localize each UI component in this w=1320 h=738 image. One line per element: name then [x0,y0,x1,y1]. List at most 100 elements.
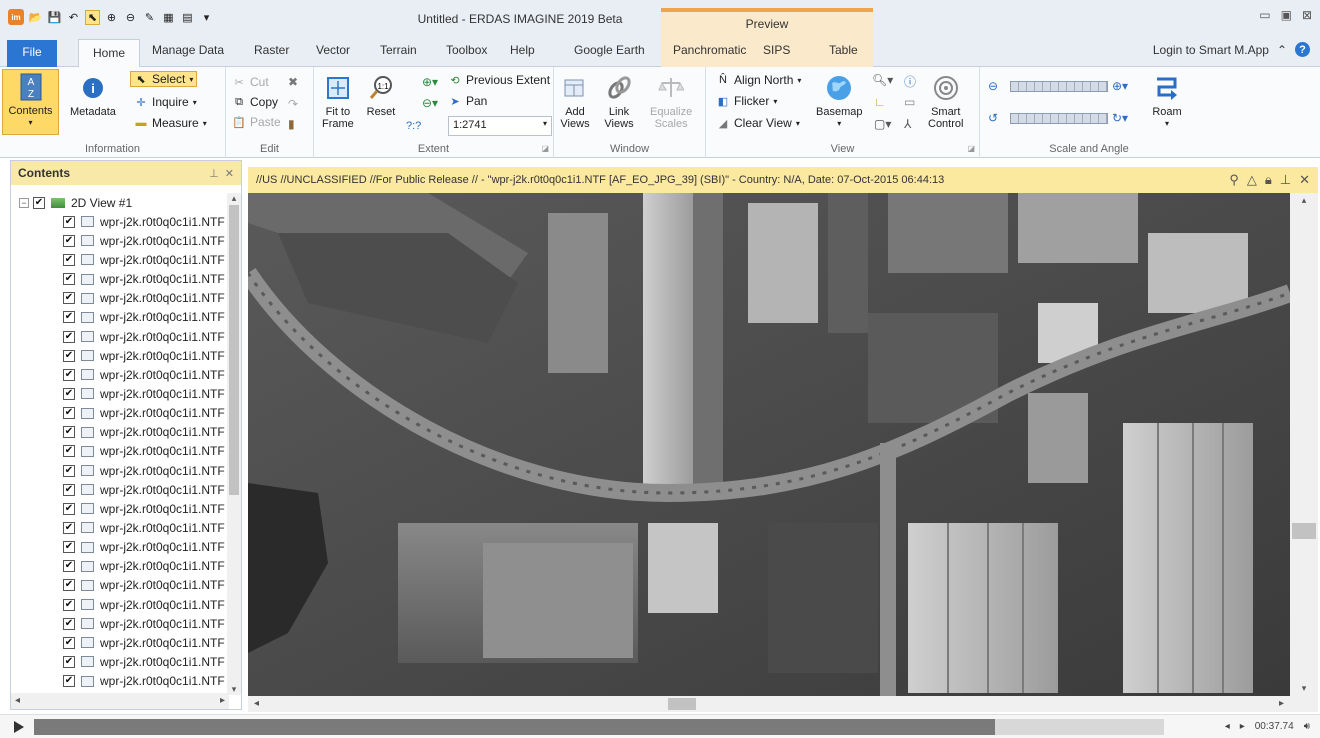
media-progress-track[interactable] [34,719,1164,735]
restore-button[interactable]: ▣ [1281,8,1292,22]
layer-row[interactable]: ✔ wpr-j2k.r0t0q0c1i1.NTF [11,423,229,442]
collapse-icon[interactable]: − [19,197,29,208]
contents-horizontal-scrollbar[interactable]: ◂ ▸ [11,693,229,709]
layer-checkbox[interactable]: ✔ [63,617,75,630]
layer-checkbox[interactable]: ✔ [63,292,75,305]
layer-checkbox[interactable]: ✔ [63,368,75,381]
folder-open-icon[interactable]: 📂 [28,10,43,25]
satellite-image-view[interactable] [248,193,1290,696]
layer-checkbox[interactable]: ✔ [63,445,75,458]
view-scroll-right-icon[interactable]: ▸ [1279,698,1284,709]
close-button[interactable]: ⊠ [1302,8,1312,22]
layer-row[interactable]: ✔ wpr-j2k.r0t0q0c1i1.NTF [11,231,229,250]
layout-icon[interactable]: ▤ [180,10,195,25]
zoom-in-small-icon[interactable]: ⊕▾ [422,75,438,89]
equalize-scales-button[interactable]: Equalize Scales [650,73,692,130]
layer-row[interactable]: ✔ wpr-j2k.r0t0q0c1i1.NTF [11,442,229,461]
add-views-button[interactable]: Add Views [560,73,590,130]
roam-button[interactable]: Roam ▾ [1152,73,1182,130]
zoom-in-icon[interactable]: ⊕ [104,10,119,25]
zoom-out-small-icon[interactable]: ⊖▾ [422,96,438,110]
layer-checkbox[interactable]: ✔ [63,560,75,573]
layer-row[interactable]: ✔ wpr-j2k.r0t0q0c1i1.NTF [11,576,229,595]
layer-row[interactable]: ✔ wpr-j2k.r0t0q0c1i1.NTF [11,404,229,423]
tab-sips[interactable]: SIPS [763,43,790,57]
tab-panchromatic[interactable]: Panchromatic [673,43,746,57]
tab-toolbox[interactable]: Toolbox [446,43,487,57]
select-button[interactable]: ⬉ Select ▾ [130,71,198,87]
corner-tool-icon[interactable]: ∟ [874,95,886,109]
info-small-icon[interactable]: ⓘ [904,73,916,90]
view-close-icon[interactable]: ✕ [1299,172,1310,188]
layer-checkbox[interactable]: ✔ [63,636,75,649]
view-scroll-left-icon[interactable]: ◂ [254,698,259,709]
zoom-in-scale-icon[interactable]: ⊕▾ [1112,79,1128,93]
layer-checkbox[interactable]: ✔ [63,426,75,439]
layer-row[interactable]: ✔ wpr-j2k.r0t0q0c1i1.NTF [11,365,229,384]
layer-row[interactable]: ✔ wpr-j2k.r0t0q0c1i1.NTF [11,518,229,537]
redo-icon[interactable]: ↷ [288,97,298,111]
view-launcher-icon[interactable]: ◪ [967,144,975,153]
layer-row[interactable]: ✔ wpr-j2k.r0t0q0c1i1.NTF [11,270,229,289]
layer-checkbox[interactable]: ✔ [63,675,75,688]
tab-google-earth[interactable]: Google Earth [574,43,645,57]
draw-tool-icon[interactable]: ✎ [142,10,157,25]
clipboard-icon[interactable]: ▮ [288,117,295,131]
lock-icon[interactable]: 🔒︎ [1265,172,1272,188]
copy-button[interactable]: ⧉ Copy [232,95,278,109]
layer-row[interactable]: ✔ wpr-j2k.r0t0q0c1i1.NTF [11,595,229,614]
fit-to-frame-button[interactable]: Fit to Frame [322,73,354,130]
login-link[interactable]: Login to Smart M.App [1153,43,1269,57]
layer-row[interactable]: ✔ wpr-j2k.r0t0q0c1i1.NTF [11,461,229,480]
scale-field[interactable]: 1:2741 ▾ [448,116,552,136]
delete-icon[interactable]: ✖ [288,75,298,89]
layer-row[interactable]: ✔ wpr-j2k.r0t0q0c1i1.NTF [11,346,229,365]
basemap-button[interactable]: Basemap ▾ [816,73,862,130]
layer-row[interactable]: ✔ wpr-j2k.r0t0q0c1i1.NTF [11,614,229,633]
layer-row[interactable]: ✔ wpr-j2k.r0t0q0c1i1.NTF [11,499,229,518]
extent-launcher-icon[interactable]: ◪ [541,144,549,153]
layer-row[interactable]: ✔ wpr-j2k.r0t0q0c1i1.NTF [11,538,229,557]
view-scroll-up-icon[interactable]: ▴ [1290,195,1318,206]
align-north-button[interactable]: N̂ Align North ▾ [716,73,801,87]
smart-control-button[interactable]: Smart Control [928,73,963,130]
customize-qat-icon[interactable]: ▾ [199,10,214,25]
layer-checkbox[interactable]: ✔ [63,541,75,554]
layer-checkbox[interactable]: ✔ [63,579,75,592]
layer-row[interactable]: ✔ wpr-j2k.r0t0q0c1i1.NTF [11,289,229,308]
tab-table[interactable]: Table [829,43,858,57]
contents-button[interactable]: AZ Contents ▾ [2,69,59,135]
tab-vector[interactable]: Vector [316,43,350,57]
layer-checkbox[interactable]: ✔ [63,387,75,400]
layer-checkbox[interactable]: ✔ [63,502,75,515]
layer-checkbox[interactable]: ✔ [63,311,75,324]
scale-slider[interactable] [1010,81,1108,92]
help-icon[interactable]: ? [1295,42,1310,57]
tab-home[interactable]: Home [78,39,140,68]
previous-extent-button[interactable]: ⟲ Previous Extent [448,73,550,87]
app-logo-icon[interactable]: im [8,9,24,25]
tab-help[interactable]: Help [510,43,535,57]
tab-raster[interactable]: Raster [254,43,289,57]
view-horizontal-scrollbar[interactable]: ◂ ▸ [248,696,1318,712]
metadata-button[interactable]: i Metadata [70,73,116,118]
layer-row[interactable]: ✔ wpr-j2k.r0t0q0c1i1.NTF [11,327,229,346]
layer-checkbox[interactable]: ✔ [63,215,75,228]
layer-checkbox[interactable]: ✔ [63,521,75,534]
collapse-ribbon-icon[interactable]: ⌃ [1277,43,1287,57]
layer-row[interactable]: ✔ wpr-j2k.r0t0q0c1i1.NTF [11,212,229,231]
inquire-button[interactable]: ✛ Inquire ▾ [134,95,196,109]
blank-frame-icon[interactable]: ▭ [904,95,915,109]
paste-button[interactable]: 📋 Paste [232,115,281,129]
root-checkbox[interactable]: ✔ [33,196,45,209]
forward-icon[interactable]: ▸ [1240,721,1245,732]
link-views-button[interactable]: Link Views [604,73,634,130]
layer-checkbox[interactable]: ✔ [63,655,75,668]
warning-triangle-icon[interactable]: △ [1247,172,1257,188]
minimize-button[interactable]: ▭ [1259,8,1270,22]
cut-button[interactable]: ✂ Cut [232,75,268,89]
view-hscroll-thumb[interactable] [668,698,696,710]
scroll-down-icon[interactable]: ▾ [227,684,241,695]
pointer-icon[interactable]: ⅄ [904,117,911,131]
clear-view-button[interactable]: ◢ Clear View ▾ [716,116,800,130]
